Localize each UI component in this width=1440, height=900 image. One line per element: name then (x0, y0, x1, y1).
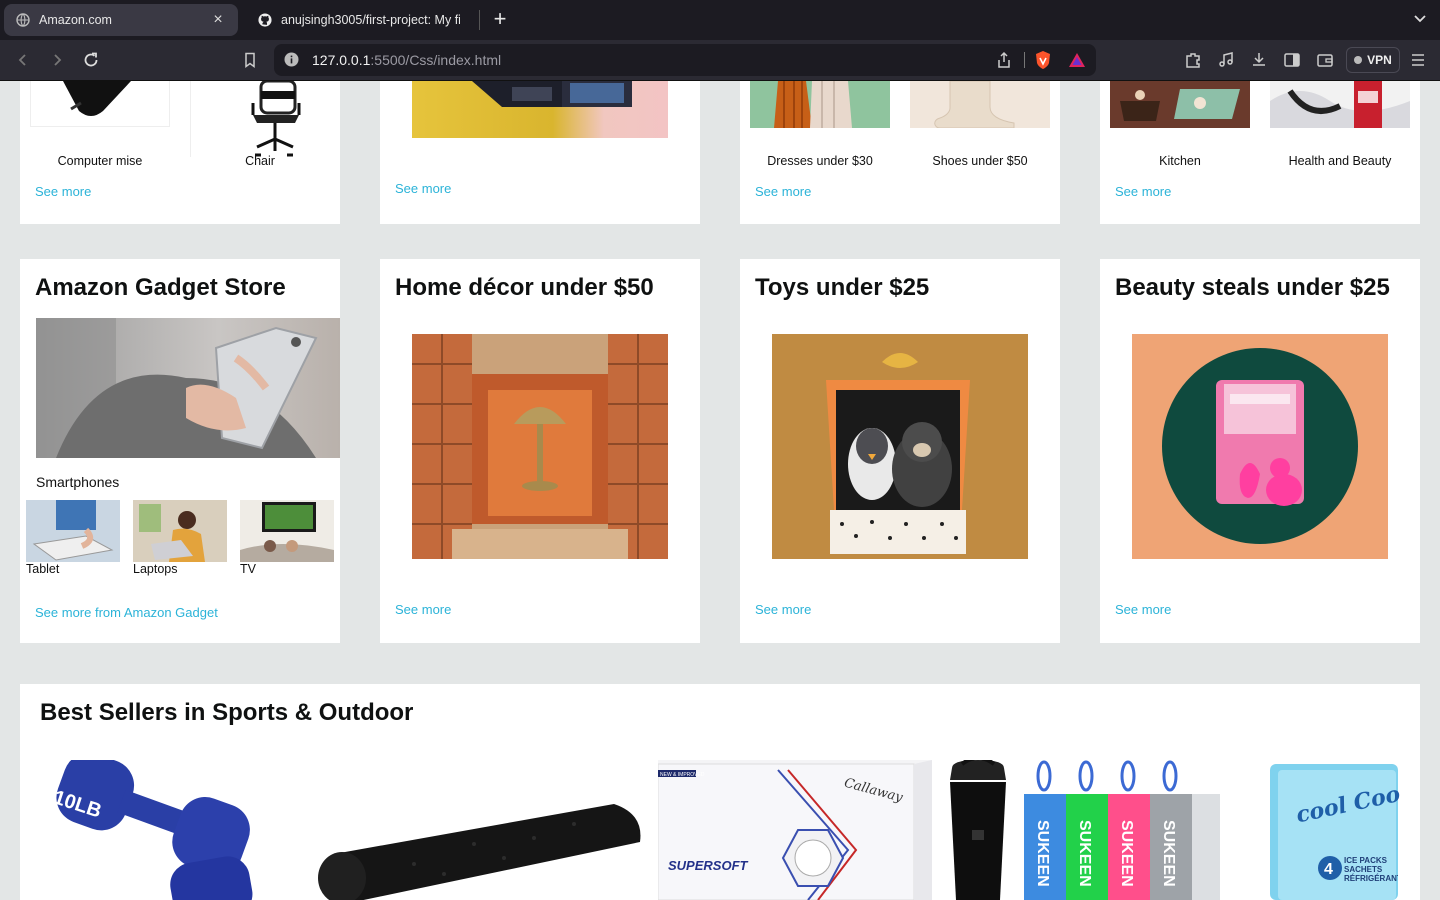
gaming-pc-image[interactable] (412, 81, 668, 138)
top-card-3: Dresses under $30 Shoes under $50 See mo… (740, 81, 1060, 224)
smartphone-hero-image[interactable] (36, 318, 340, 458)
url-path: :5500/Css/index.html (370, 52, 502, 68)
media-icon[interactable] (1215, 49, 1237, 71)
address-bar[interactable]: 127.0.0.1:5500/Css/index.html (274, 44, 1096, 76)
tab-separator (479, 10, 480, 30)
product-caption: Shoes under $50 (932, 154, 1028, 168)
top-card-1: Computer mise Chair See more (20, 81, 340, 224)
product-caption: Kitchen (1159, 154, 1201, 168)
laptops-image[interactable] (133, 500, 227, 562)
product-caption: Chair (245, 154, 275, 168)
new-tab-icon[interactable]: + (488, 8, 512, 32)
kitchen-image[interactable] (1110, 81, 1250, 128)
product-caption: Dresses under $30 (767, 154, 873, 168)
thumb-caption: TV (240, 562, 256, 576)
tab-amazon[interactable]: Amazon.com × (4, 4, 238, 36)
towel-label: SUKEEN (1160, 820, 1177, 887)
icepack-count: 4 (1324, 861, 1333, 878)
home-decor-card: Home décor under $50 See more (380, 259, 700, 643)
card-title: Toys under $25 (755, 274, 930, 301)
dresses-image[interactable] (750, 81, 890, 128)
cooling-towels-image[interactable]: SUKEEN SUKEEN SUKEEN SUKEEN (1022, 760, 1224, 900)
mouse-image[interactable] (30, 81, 170, 127)
chevron-down-icon[interactable] (1412, 10, 1428, 26)
brave-shields-icon[interactable] (1034, 50, 1052, 75)
back-icon[interactable] (12, 49, 34, 71)
see-more-link[interactable]: See more (35, 184, 91, 199)
see-more-link[interactable]: See more (1115, 602, 1171, 617)
hero-caption: Smartphones (36, 474, 120, 490)
towel-label: SUKEEN (1076, 820, 1093, 887)
towel-label: SUKEEN (1118, 820, 1135, 887)
share-icon[interactable] (996, 51, 1012, 74)
sidebar-icon[interactable] (1281, 49, 1303, 71)
download-icon[interactable] (1248, 49, 1270, 71)
url-divider (1024, 52, 1025, 68)
gadget-store-card: Amazon Gadget Store Smartphones Tablet L… (20, 259, 340, 643)
url-text: 127.0.0.1:5500/Css/index.html (312, 52, 501, 68)
page-viewport: Computer mise Chair See more See more Dr… (0, 81, 1440, 900)
reload-icon[interactable] (80, 49, 102, 71)
thumb-caption: Laptops (133, 562, 178, 576)
card-title: Beauty steals under $25 (1115, 274, 1390, 301)
tablet-image[interactable] (26, 500, 120, 562)
tv-image[interactable] (240, 500, 334, 562)
bookmark-icon[interactable] (239, 49, 261, 71)
vpn-status-icon (1354, 56, 1363, 64)
beauty-products-image[interactable] (1270, 81, 1410, 128)
menu-icon[interactable] (1407, 49, 1429, 71)
tumbler-image[interactable] (942, 760, 1014, 900)
shoes-image[interactable] (910, 81, 1050, 128)
tab-title: anujsingh3005/first-project: My fi (281, 13, 460, 27)
top-card-4: Kitchen Health and Beauty See more (1100, 81, 1420, 224)
golf-label: SUPERSOFT (668, 858, 749, 873)
see-more-link[interactable]: See more (755, 184, 811, 199)
product-caption: Health and Beauty (1288, 154, 1392, 168)
golf-tag: NEW & IMPROVED (660, 772, 705, 778)
vpn-button[interactable]: VPN (1346, 47, 1400, 73)
dumbbells-image[interactable]: 10LB (40, 760, 282, 900)
see-more-gadget-link[interactable]: See more from Amazon Gadget (35, 605, 218, 620)
extensions-icon[interactable] (1182, 49, 1204, 71)
icepack-text: ICE PACKS SACHETS RÉFRIGÉRANTS (1344, 856, 1398, 883)
card-title: Amazon Gadget Store (35, 274, 286, 301)
toys-card: Toys under $25 See more (740, 259, 1060, 643)
wallet-icon[interactable] (1314, 49, 1336, 71)
globe-icon (16, 13, 30, 27)
site-info-icon[interactable] (284, 52, 299, 72)
thumb-caption: Tablet (26, 562, 60, 576)
towel-label: SUKEEN (1034, 820, 1051, 887)
foam-roller-image[interactable] (314, 794, 644, 900)
url-host: 127.0.0.1 (312, 52, 371, 68)
card-title: Home décor under $50 (395, 274, 654, 301)
home-decor-image[interactable] (412, 334, 668, 559)
tab-title: Amazon.com (39, 13, 112, 27)
github-icon (258, 13, 272, 27)
beauty-card: Beauty steals under $25 See more (1100, 259, 1420, 643)
browser-toolbar: 127.0.0.1:5500/Css/index.html VPN (0, 40, 1440, 81)
close-tab-icon[interactable]: × (210, 11, 226, 29)
chair-image[interactable] (190, 81, 330, 157)
section-title: Best Sellers in Sports & Outdoor (40, 699, 414, 726)
see-more-link[interactable]: See more (755, 602, 811, 617)
see-more-link[interactable]: See more (1115, 184, 1171, 199)
golf-balls-image[interactable]: NEW & IMPROVED SUPERSOFT Callaway (658, 760, 932, 900)
product-caption: Computer mise (57, 154, 143, 168)
see-more-link[interactable]: See more (395, 602, 451, 617)
toys-image[interactable] (772, 334, 1028, 559)
see-more-link[interactable]: See more (395, 181, 451, 196)
browser-tab-bar: Amazon.com × anujsingh3005/first-project… (0, 0, 1440, 40)
beauty-image[interactable] (1132, 334, 1388, 559)
brave-rewards-icon[interactable] (1068, 52, 1086, 73)
top-card-2: See more (380, 81, 700, 224)
forward-icon[interactable] (46, 49, 68, 71)
tab-github[interactable]: anujsingh3005/first-project: My fi (246, 4, 472, 36)
ice-packs-image[interactable]: cool Coolers 4 ICE PACKS SACHETS RÉFRIGÉ… (1268, 760, 1400, 900)
best-sellers-section: Best Sellers in Sports & Outdoor 10LB NE… (20, 684, 1420, 900)
vpn-label: VPN (1367, 53, 1392, 67)
